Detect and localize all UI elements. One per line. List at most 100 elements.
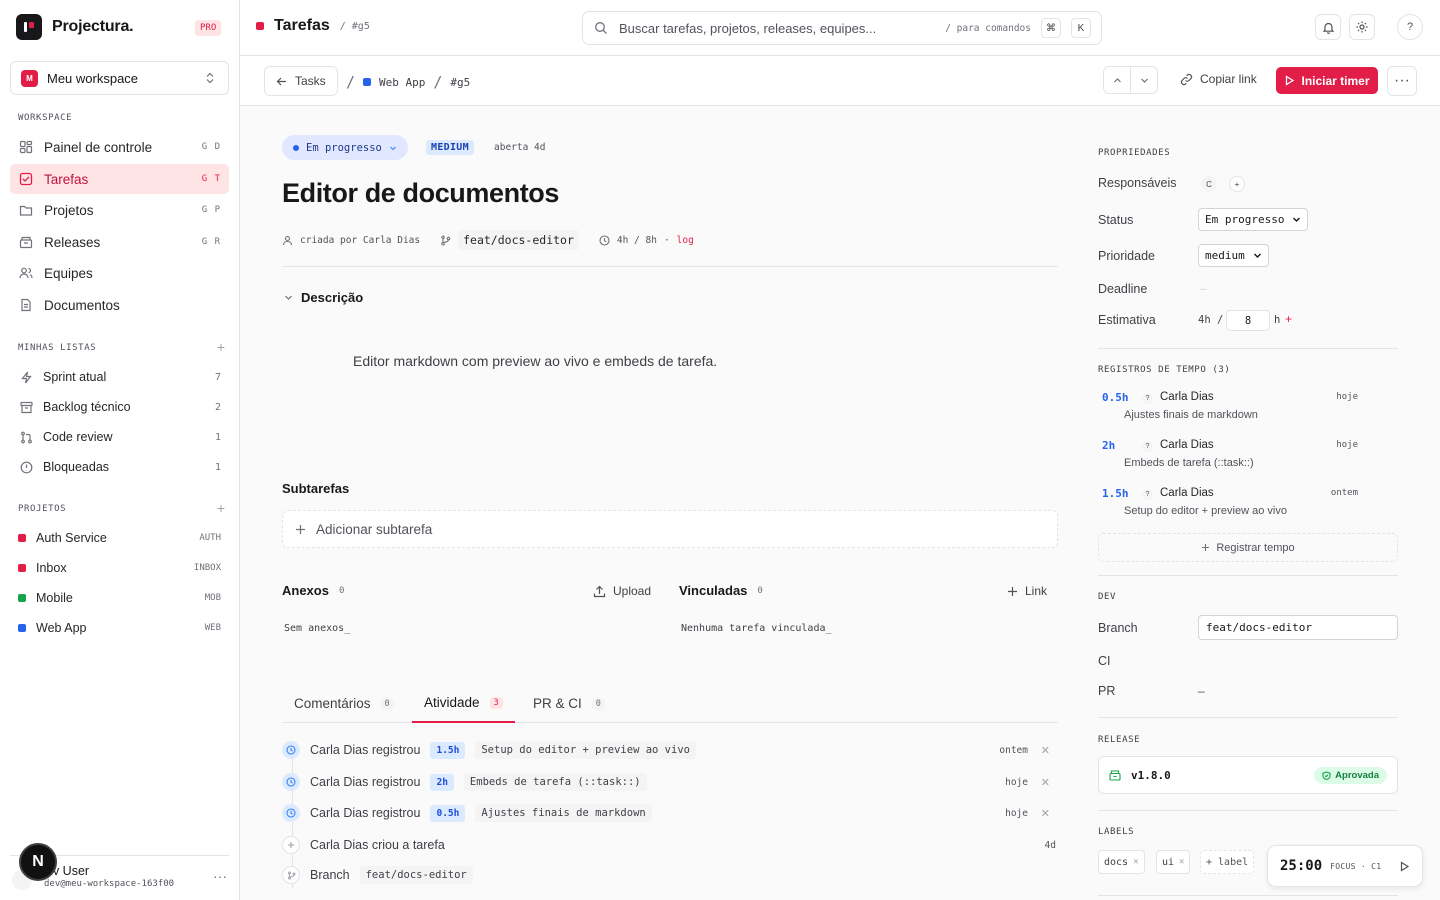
- project-label: Mobile: [36, 591, 73, 605]
- remove-icon[interactable]: ✕: [1041, 776, 1050, 789]
- remove-label-icon[interactable]: ✕: [1179, 857, 1184, 867]
- tab-comentarios[interactable]: Comentários 0: [282, 684, 406, 723]
- attachments-heading: Anexos 0: [282, 583, 344, 598]
- divider: [1098, 717, 1398, 718]
- prev-task-button[interactable]: [1104, 67, 1131, 93]
- description-toggle[interactable]: Descrição: [284, 290, 363, 305]
- deadline-value[interactable]: —: [1200, 282, 1207, 295]
- search-input[interactable]: Buscar tarefas, projetos, releases, equi…: [582, 11, 1102, 45]
- nav-painel[interactable]: Painel de controle G D: [10, 132, 229, 162]
- project-webapp[interactable]: Web App WEB: [10, 615, 229, 641]
- list-label: Sprint atual: [43, 370, 107, 384]
- copy-link-button[interactable]: Copiar link: [1180, 72, 1257, 86]
- label-text: docs: [1104, 856, 1129, 868]
- key-k: K: [1071, 18, 1091, 38]
- remove-icon[interactable]: ✕: [1041, 744, 1050, 757]
- start-timer-button[interactable]: Iniciar timer: [1276, 67, 1378, 94]
- time-log-when: ontem: [1330, 488, 1358, 498]
- estimate-add-button[interactable]: +: [1285, 312, 1292, 326]
- activity-hours: 2h: [430, 773, 454, 791]
- add-subtask-input[interactable]: Adicionar subtarefa: [282, 510, 1058, 548]
- add-assignee-button[interactable]: +: [1229, 176, 1245, 192]
- dev-overlay-badge[interactable]: N: [19, 843, 57, 881]
- list-code-review[interactable]: Code review 1: [10, 424, 229, 450]
- properties-heading: PROPRIEDADES: [1098, 148, 1171, 158]
- nav-label: Documentos: [44, 297, 120, 313]
- chevron-updown-icon: [202, 70, 218, 86]
- status-select[interactable]: Em progresso: [1198, 208, 1309, 231]
- time-log-hours: 1.5h: [1102, 487, 1129, 500]
- priority-label: Prioridade: [1098, 249, 1155, 263]
- project-inbox[interactable]: Inbox INBOX: [10, 555, 229, 581]
- add-project-button[interactable]: +: [217, 500, 225, 516]
- deadline-label: Deadline: [1098, 282, 1148, 296]
- time-spent: 4h / 8h: [616, 234, 657, 246]
- crumb-project[interactable]: Web App: [379, 76, 425, 89]
- divider: [1098, 575, 1398, 576]
- list-bloqueadas[interactable]: Bloqueadas 1: [10, 454, 229, 480]
- git-branch-icon: [282, 866, 300, 884]
- settings-button[interactable]: [1349, 14, 1375, 40]
- subtasks-heading: Subtarefas: [282, 481, 350, 496]
- list-sprint[interactable]: Sprint atual 7: [10, 364, 229, 390]
- project-code: WEB: [204, 623, 221, 633]
- tab-label: Atividade: [424, 695, 480, 710]
- search-hint: / para comandos: [945, 22, 1031, 34]
- add-list-button[interactable]: +: [217, 339, 225, 355]
- divider: [282, 266, 1058, 267]
- assignee-avatar[interactable]: C: [1201, 176, 1217, 192]
- description-text[interactable]: Editor markdown com preview ao vivo e em…: [353, 353, 717, 369]
- branch-chip[interactable]: feat/docs-editor: [458, 230, 579, 250]
- project-code: INBOX: [193, 563, 221, 573]
- shortcut: G R: [201, 237, 221, 247]
- branch-input[interactable]: feat/docs-editor: [1198, 615, 1398, 640]
- time-log-note: Embeds de tarefa (::task::): [1124, 457, 1254, 469]
- task-title[interactable]: Editor de documentos: [282, 178, 559, 209]
- clock-icon: [282, 804, 300, 822]
- remove-label-icon[interactable]: ✕: [1133, 857, 1138, 867]
- register-time-button[interactable]: Registrar tempo: [1098, 533, 1398, 562]
- list-backlog[interactable]: Backlog técnico 2: [10, 394, 229, 420]
- title-text: Tarefas: [274, 17, 330, 34]
- label-chip[interactable]: docs ✕: [1098, 850, 1145, 874]
- workspace-switcher[interactable]: M Meu workspace: [10, 61, 229, 95]
- nav-releases[interactable]: Releases G R: [10, 227, 229, 257]
- focus-timer-widget[interactable]: 25:00 FOCUS · C1: [1267, 845, 1423, 887]
- back-button[interactable]: Tasks: [264, 66, 338, 96]
- brand[interactable]: Projectura.: [16, 14, 134, 40]
- shield-check-icon: [1322, 770, 1331, 780]
- section-color-dot: [256, 22, 264, 30]
- project-label: Auth Service: [36, 531, 107, 545]
- nav-projetos[interactable]: Projetos G P: [10, 195, 229, 225]
- activity-note: Embeds de tarefa (::task::): [463, 773, 647, 791]
- project-mobile[interactable]: Mobile MOB: [10, 585, 229, 611]
- next-task-button[interactable]: [1131, 67, 1157, 93]
- project-auth[interactable]: Auth Service AUTH: [10, 525, 229, 551]
- help-button[interactable]: ?: [1397, 14, 1423, 40]
- release-card[interactable]: v1.8.0 Aprovada: [1098, 756, 1398, 794]
- label-chip[interactable]: ui ✕: [1156, 850, 1191, 874]
- package-icon: [18, 234, 34, 250]
- nav-documentos[interactable]: Documentos: [10, 290, 229, 320]
- estimate-input[interactable]: 8: [1226, 310, 1270, 331]
- list-count: 2: [214, 401, 221, 413]
- status-select-value: Em progresso: [1205, 213, 1285, 226]
- nav-equipes[interactable]: Equipes: [10, 258, 229, 288]
- status-dropdown[interactable]: Em progresso: [282, 135, 408, 160]
- more-icon[interactable]: ···: [213, 868, 227, 884]
- notifications-button[interactable]: [1315, 14, 1341, 40]
- tab-atividade[interactable]: Atividade 3: [412, 684, 515, 723]
- remove-icon[interactable]: ✕: [1041, 807, 1050, 820]
- play-icon[interactable]: [1399, 860, 1410, 872]
- sidebar: Projectura. PRO M Meu workspace WORKSPAC…: [0, 0, 240, 900]
- add-link-button[interactable]: Link: [1007, 584, 1047, 598]
- more-options-button[interactable]: ···: [1387, 66, 1417, 96]
- tab-pr-ci[interactable]: PR & CI 0: [521, 684, 617, 723]
- log-time-link[interactable]: log: [677, 235, 694, 246]
- search-placeholder: Buscar tarefas, projetos, releases, equi…: [619, 20, 877, 36]
- priority-select[interactable]: medium: [1198, 244, 1269, 267]
- nav-tarefas[interactable]: Tarefas G T: [10, 164, 229, 194]
- add-label-button[interactable]: + label: [1200, 850, 1255, 874]
- upload-button[interactable]: Upload: [593, 584, 651, 598]
- activity-when: hoje: [1005, 776, 1028, 788]
